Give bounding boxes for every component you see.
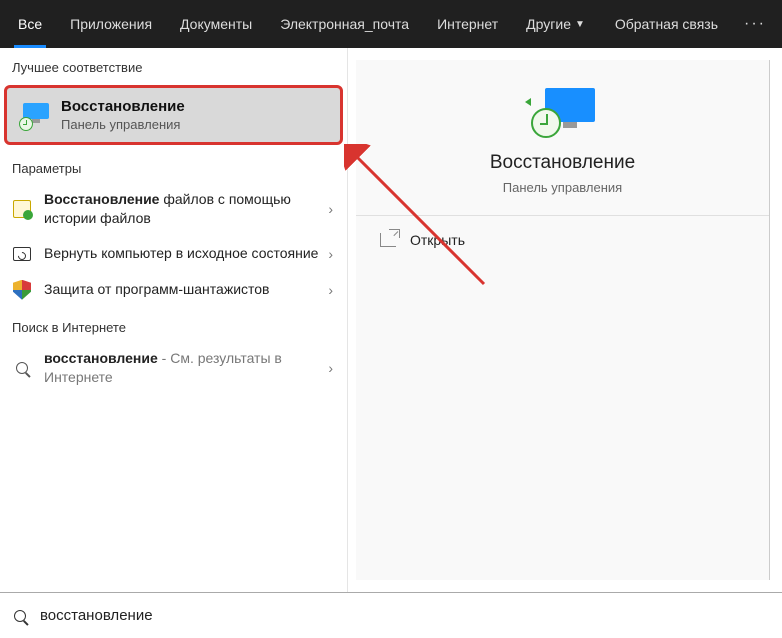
search-bar[interactable] [0,592,782,638]
chevron-right-icon: › [328,282,333,298]
tab-internet[interactable]: Интернет [423,0,512,48]
shield-icon [12,280,32,300]
filter-tabs: Все Приложения Документы Электронная_поч… [0,0,782,48]
section-settings: Параметры [0,149,347,182]
open-action[interactable]: Открыть [356,216,769,264]
preview-title: Восстановление [490,152,635,174]
tab-email[interactable]: Электронная_почта [266,0,423,48]
tab-apps[interactable]: Приложения [56,0,166,48]
chevron-right-icon: › [328,246,333,262]
open-icon [380,233,396,247]
more-options-button[interactable]: ··· [732,15,778,33]
recovery-icon-large [531,88,595,136]
settings-item-file-history[interactable]: Восстановление файлов с помощью истории … [0,182,347,236]
chevron-down-icon: ▼ [575,19,585,30]
search-icon [12,358,32,378]
section-web-search: Поиск в Интернете [0,308,347,341]
tab-more[interactable]: Другие ▼ [512,0,599,48]
section-best-match: Лучшее соответствие [0,48,347,81]
file-history-icon [12,199,32,219]
feedback-link[interactable]: Обратная связь [601,0,732,48]
best-match-title: Восстановление [61,98,185,115]
results-panel: Лучшее соответствие Восстановление Панел… [0,48,348,592]
open-label: Открыть [410,232,465,248]
settings-item-ransomware[interactable]: Защита от программ-шантажистов › [0,272,347,308]
tab-all[interactable]: Все [4,0,56,48]
chevron-right-icon: › [328,360,333,376]
best-match-subtitle: Панель управления [61,117,185,132]
tab-documents[interactable]: Документы [166,0,266,48]
chevron-right-icon: › [328,201,333,217]
recovery-icon [21,101,49,129]
best-match-item[interactable]: Восстановление Панель управления [4,85,343,145]
settings-item-reset-pc[interactable]: Вернуть компьютер в исходное состояние › [0,236,347,272]
reset-icon [12,244,32,264]
web-search-item[interactable]: восстановление - См. результаты в Интерн… [0,341,347,395]
preview-subtitle: Панель управления [503,180,622,195]
preview-panel: Восстановление Панель управления Открыть [356,60,770,580]
search-icon [14,610,26,622]
search-input[interactable] [40,607,768,624]
